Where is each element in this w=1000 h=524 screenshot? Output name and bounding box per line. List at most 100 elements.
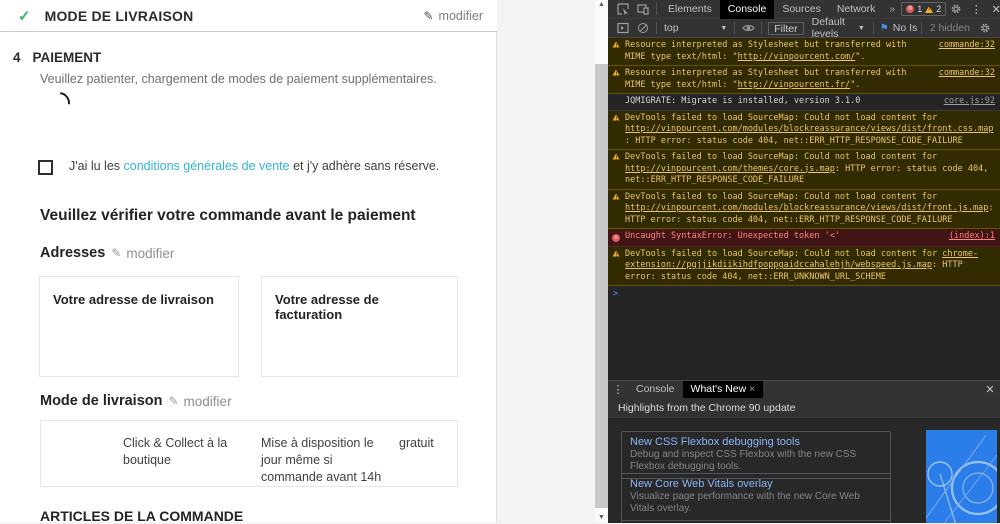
payment-step-heading: 4 PAIEMENT xyxy=(13,50,101,65)
settings-gear-icon[interactable] xyxy=(946,0,966,19)
console-source-link[interactable]: core.js:92 xyxy=(944,96,995,108)
drawer-tab-console[interactable]: Console xyxy=(628,381,683,398)
invoice-address-title: Votre adresse de facturation xyxy=(275,292,444,322)
loading-spinner-icon xyxy=(44,88,75,119)
warning-icon xyxy=(612,152,625,165)
issues-button[interactable]: ⚑ No Issu xyxy=(877,22,918,34)
whats-new-card-title[interactable]: New Core Web Vitals overlay xyxy=(630,478,882,490)
scroll-up-icon[interactable]: ▲ xyxy=(595,1,608,8)
invoice-address-card: Votre adresse de facturation xyxy=(261,276,458,377)
device-toolbar-icon[interactable] xyxy=(633,0,653,19)
separator xyxy=(761,22,762,34)
addresses-heading: Adresses ✎ modifier xyxy=(40,245,174,261)
console-message-text: JQMIGRATE: Migrate is installed, version… xyxy=(625,96,936,108)
console-messages: Resource interpreted as Stylesheet but t… xyxy=(608,38,1000,286)
edit-delivery-step-button[interactable]: ✎ modifier xyxy=(423,9,483,23)
drawer-tab-what-s-new[interactable]: What's New × xyxy=(683,381,764,398)
console-text: DevTools failed to load SourceMap: Could… xyxy=(625,249,942,259)
log-levels-dropdown[interactable]: Default levels ▼ xyxy=(807,16,870,40)
pencil-icon: ✎ xyxy=(168,394,178,408)
whats-new-card-title[interactable]: New CSS Flexbox debugging tools xyxy=(630,436,882,448)
more-tabs-button[interactable]: » xyxy=(883,0,901,19)
live-expression-eye-icon[interactable] xyxy=(738,19,758,38)
filter-input[interactable]: Filter xyxy=(768,22,803,35)
edit-label: modifier xyxy=(439,9,483,23)
console-message-text: DevTools failed to load SourceMap: Could… xyxy=(625,113,995,148)
delivery-address-card: Votre adresse de livraison xyxy=(39,276,239,377)
devtools-main-toolbar: ElementsConsoleSourcesNetwork » ✕ 1 2 ⋮ … xyxy=(608,0,1000,19)
drawer-tabs: ConsoleWhat's New × xyxy=(628,381,763,398)
check-icon: ✓ xyxy=(18,7,31,25)
chevron-down-icon: ▼ xyxy=(720,25,727,32)
whats-new-header: Highlights from the Chrome 90 update xyxy=(608,398,1000,418)
edit-addresses-button[interactable]: ✎ modifier xyxy=(111,246,174,261)
drawer-menu-icon[interactable]: ⋮ xyxy=(608,381,628,398)
console-message-info: JQMIGRATE: Migrate is installed, version… xyxy=(608,94,1000,111)
error-icon: ✕ xyxy=(612,231,625,244)
console-url-link[interactable]: http://vinpourcent.fr/ xyxy=(738,80,851,90)
whats-new-card-desc: Visualize page performance with the new … xyxy=(630,491,882,515)
close-tab-icon[interactable]: × xyxy=(746,383,755,395)
console-text: Uncaught SyntaxError: Unexpected token '… xyxy=(625,231,840,241)
error-warning-badge[interactable]: ✕ 1 2 xyxy=(901,2,946,16)
pencil-icon: ✎ xyxy=(111,246,121,260)
terms-pre: J'ai lu les xyxy=(69,159,124,173)
warning-count: 2 xyxy=(936,4,941,14)
carrier-card: Click & Collect à la boutique Mise à dis… xyxy=(40,420,458,487)
console-source-link[interactable]: commande:32 xyxy=(939,40,995,52)
console-text: DevTools failed to load SourceMap: Could… xyxy=(625,113,937,123)
edit-delivery-mode-button[interactable]: ✎ modifier xyxy=(168,394,231,409)
console-url-link[interactable]: http://vinpourcent.com/modules/blockreas… xyxy=(625,124,993,134)
console-text: ". xyxy=(855,52,865,62)
terms-cgv-link[interactable]: conditions générales de vente xyxy=(124,159,290,173)
warning-count-icon xyxy=(925,6,933,13)
levels-value: Default levels xyxy=(812,16,854,40)
whats-new-card[interactable]: New CSS Flexbox debugging toolsDebug and… xyxy=(621,431,891,479)
customize-menu-icon[interactable]: ⋮ xyxy=(966,0,986,19)
console-url-link[interactable]: http://vinpourcent.com/themes/core.js.ma… xyxy=(625,164,835,174)
terms-post: et j'y adhère sans réserve. xyxy=(290,159,440,173)
whats-new-card-desc: Debug and inspect CSS Flexbox with the n… xyxy=(630,449,882,473)
console-log: Resource interpreted as Stylesheet but t… xyxy=(608,38,1000,380)
carrier-price: gratuit xyxy=(399,435,434,452)
clear-console-icon[interactable] xyxy=(633,19,653,38)
devtools-panel: ElementsConsoleSourcesNetwork » ✕ 1 2 ⋮ … xyxy=(608,0,1000,522)
console-url-link[interactable]: http://vinpourcent.com/modules/blockreas… xyxy=(625,203,988,213)
console-source-link[interactable]: commande:32 xyxy=(939,68,995,80)
console-message-text: Resource interpreted as Stylesheet but t… xyxy=(625,68,931,91)
console-url-link[interactable]: http://vinpourcent.com/ xyxy=(738,52,856,62)
review-order-title: Veuillez vérifier votre commande avant l… xyxy=(40,207,416,225)
terms-checkbox[interactable] xyxy=(38,160,53,175)
console-message-warn: Resource interpreted as Stylesheet but t… xyxy=(608,66,1000,94)
payment-step-title: PAIEMENT xyxy=(33,50,102,65)
console-message-warn: DevTools failed to load SourceMap: Could… xyxy=(608,111,1000,151)
drawer-tab-bar: ⋮ ConsoleWhat's New × ✕ xyxy=(608,381,1000,398)
page-scrollbar[interactable]: ▲ ▼ xyxy=(595,0,608,522)
chrome-90-artwork xyxy=(926,430,997,523)
whats-new-card[interactable]: New Core Web Vitals overlayVisualize pag… xyxy=(621,473,891,521)
tab-elements[interactable]: Elements xyxy=(660,0,720,19)
console-sidebar-icon[interactable] xyxy=(613,19,633,38)
console-settings-gear-icon[interactable] xyxy=(975,19,995,38)
error-count: 1 xyxy=(917,4,922,14)
payment-step-number: 4 xyxy=(13,50,21,65)
delivery-mode-heading: Mode de livraison ✎ modifier xyxy=(40,393,232,409)
chevron-down-icon: ▼ xyxy=(858,25,865,32)
carrier-delay: Mise à disposition le jour même si comma… xyxy=(261,435,389,486)
close-devtools-icon[interactable]: ✕ xyxy=(986,0,1000,19)
console-text: ". xyxy=(850,80,860,90)
devtools-drawer: ⋮ ConsoleWhat's New × ✕ Highlights from … xyxy=(608,380,1000,522)
console-prompt[interactable]: > xyxy=(608,286,1000,302)
context-selector[interactable]: top ▼ xyxy=(660,22,731,34)
console-toolbar: top ▼ Filter Default levels ▼ ⚑ No Issu … xyxy=(608,19,1000,38)
whats-new-content: New CSS Flexbox debugging toolsDebug and… xyxy=(608,419,1000,523)
scrollbar-thumb[interactable] xyxy=(595,64,608,508)
console-source-link[interactable]: (index):1 xyxy=(949,231,995,243)
info-spacer xyxy=(612,96,625,97)
tab-console[interactable]: Console xyxy=(720,0,775,19)
close-drawer-icon[interactable]: ✕ xyxy=(980,381,1000,398)
scroll-down-icon[interactable]: ▼ xyxy=(595,514,608,521)
inspect-icon[interactable] xyxy=(613,0,633,19)
console-message-text: DevTools failed to load SourceMap: Could… xyxy=(625,249,995,284)
pencil-icon: ✎ xyxy=(423,9,433,23)
